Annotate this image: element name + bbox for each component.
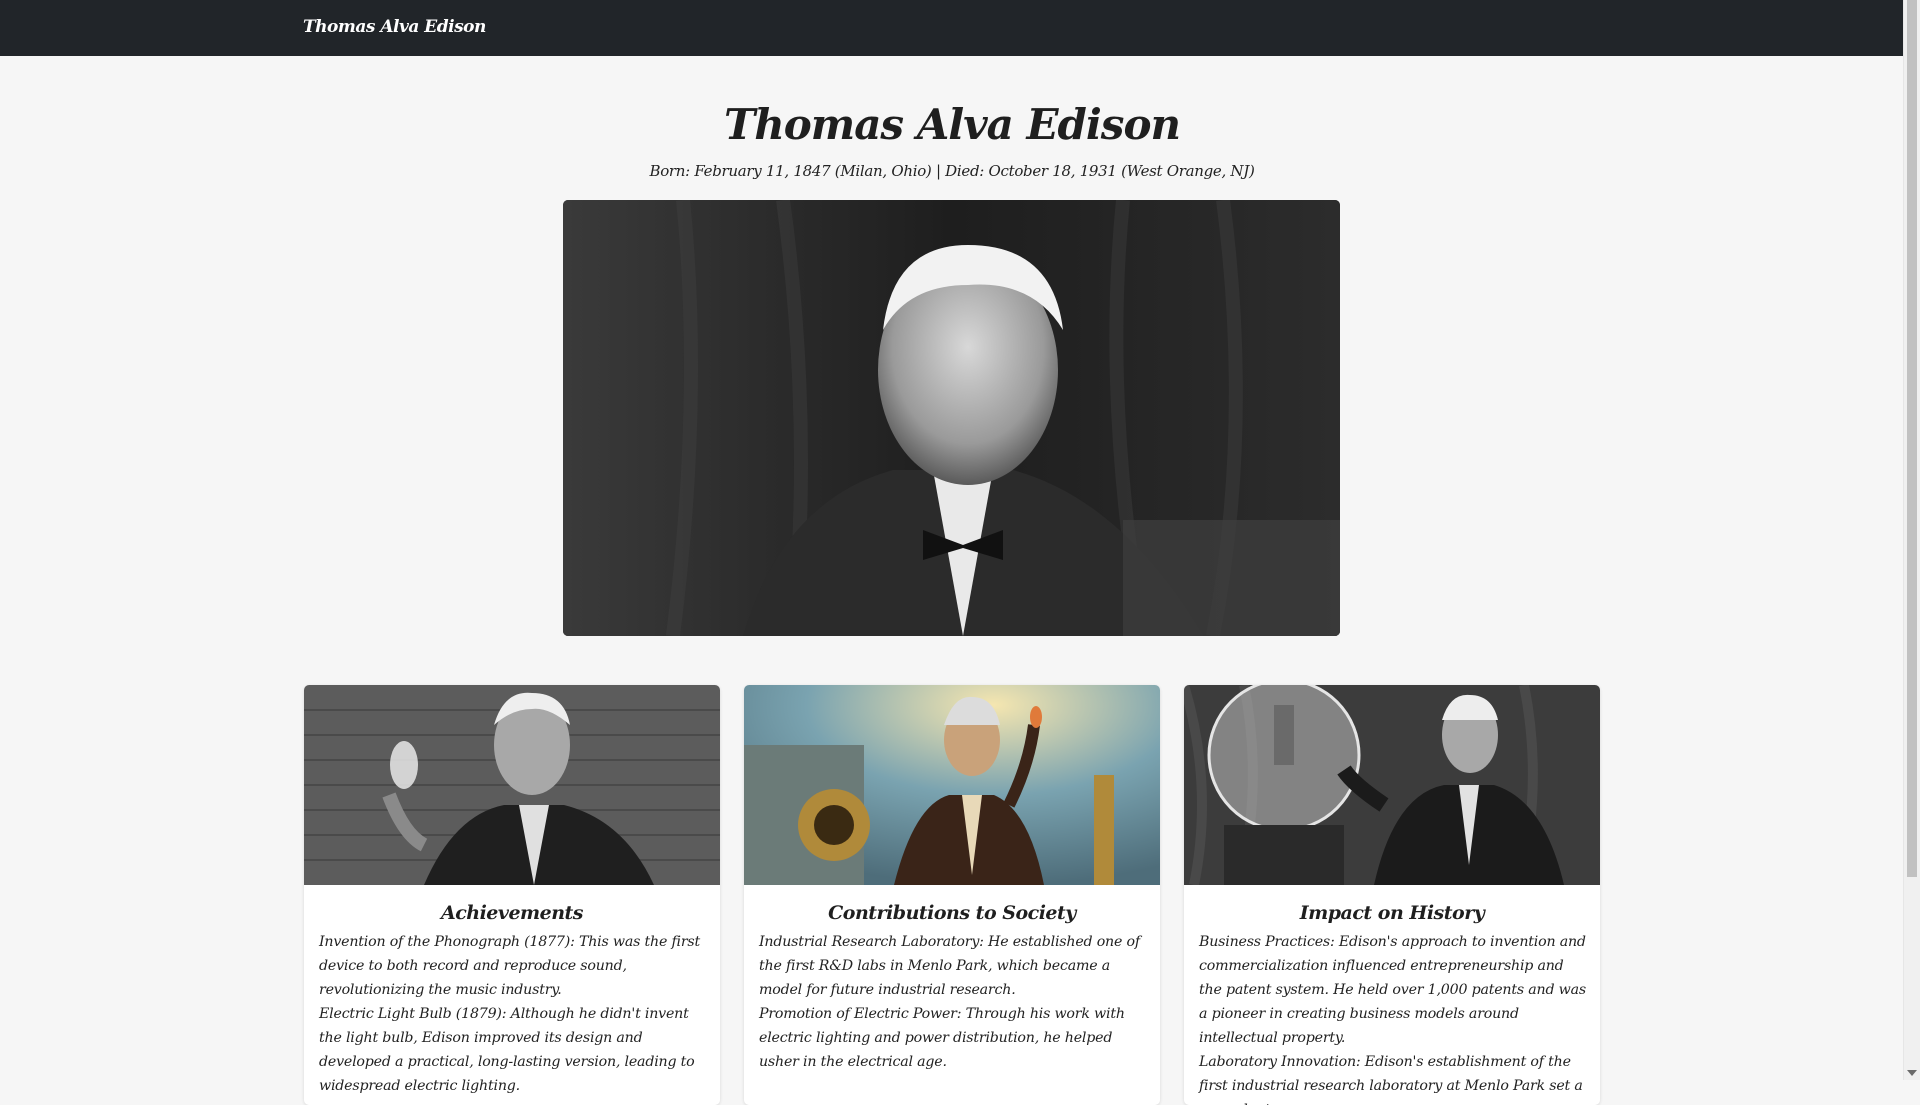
- navbar-brand-link[interactable]: Thomas Alva Edison: [303, 17, 486, 37]
- scrollbar-thumb[interactable]: [1907, 0, 1917, 877]
- page-subtitle: Born: February 11, 1847 (Milan, Ohio) | …: [649, 162, 1255, 180]
- vertical-scrollbar[interactable]: [1903, 0, 1920, 1080]
- card-contributions: Contributions to Society Industrial Rese…: [744, 685, 1160, 1105]
- card-title: Impact on History: [1299, 902, 1485, 924]
- card-text: Industrial Research Laboratory: He estab…: [744, 930, 1160, 1074]
- page-title: Thomas Alva Edison: [723, 100, 1181, 149]
- card-paragraph: Industrial Research Laboratory: He estab…: [759, 934, 1140, 998]
- edison-illustration-image: [744, 685, 1160, 885]
- navbar: Thomas Alva Edison: [0, 0, 1904, 56]
- card-paragraph: Electric Light Bulb (1879): Although he …: [319, 1006, 695, 1094]
- card-impact: Impact on History Business Practices: Ed…: [1184, 685, 1600, 1105]
- edison-with-bulb-image: [304, 685, 720, 885]
- edison-with-large-bulb-image: [1184, 685, 1600, 887]
- card-text: Business Practices: Edison's approach to…: [1184, 930, 1600, 1105]
- scroll-down-arrow-icon[interactable]: [1907, 1070, 1917, 1076]
- card-title: Achievements: [440, 902, 584, 924]
- card-paragraph: Laboratory Innovation: Edison's establis…: [1199, 1054, 1583, 1105]
- card-paragraph: Promotion of Electric Power: Through his…: [759, 1006, 1125, 1070]
- card-paragraph: Business Practices: Edison's approach to…: [1199, 934, 1586, 1046]
- edison-portrait-image: [563, 200, 1340, 636]
- card-text: Invention of the Phonograph (1877): This…: [304, 930, 720, 1098]
- card-paragraph: Invention of the Phonograph (1877): This…: [319, 934, 701, 998]
- card-title: Contributions to Society: [828, 902, 1076, 924]
- card-achievements: Achievements Invention of the Phonograph…: [304, 685, 720, 1105]
